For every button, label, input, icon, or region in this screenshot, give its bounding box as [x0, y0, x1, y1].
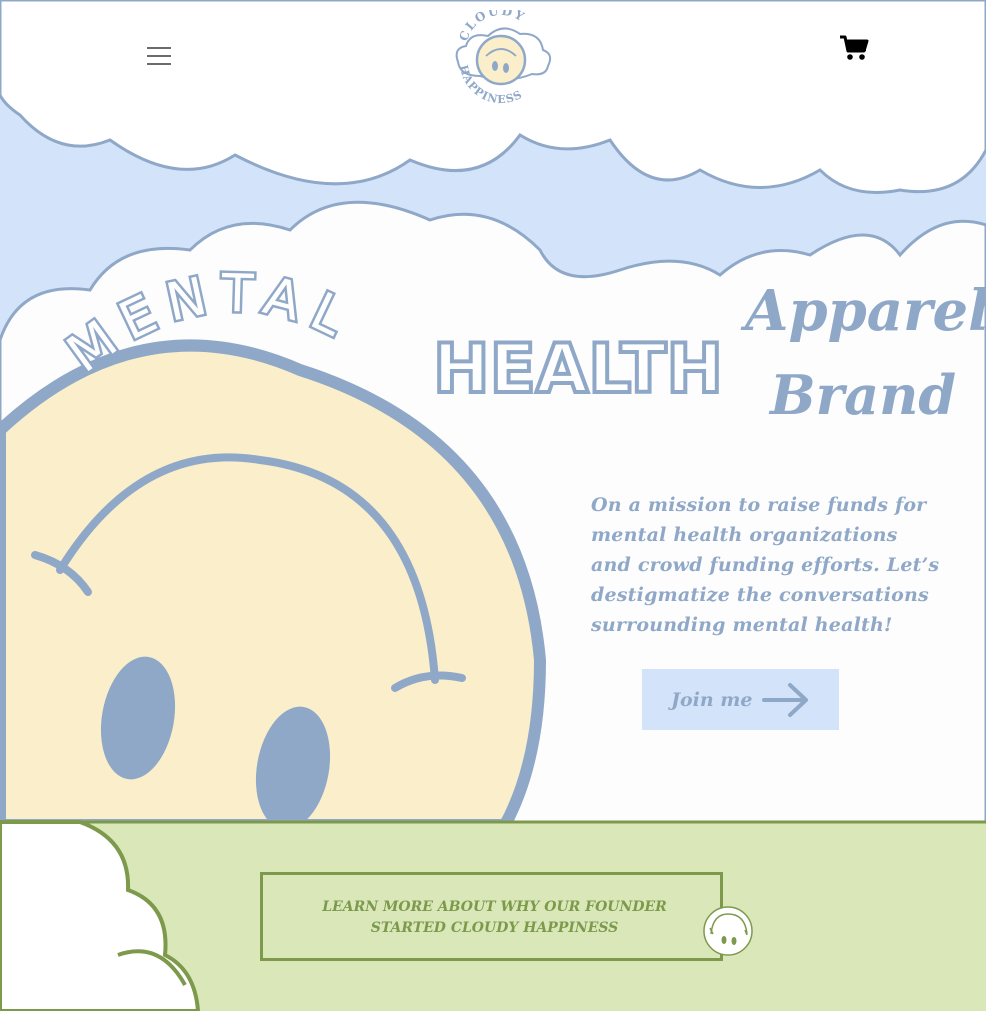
arrow-right-icon	[762, 683, 808, 717]
join-me-button[interactable]: Join me	[642, 669, 839, 730]
smiley-cloud-icon	[703, 906, 753, 956]
hamburger-menu-icon[interactable]	[147, 45, 171, 67]
site-header: CLOUDY HAPPINESS	[0, 0, 986, 110]
shopping-cart-icon[interactable]	[838, 33, 870, 63]
mission-statement: On a mission to raise funds for mental h…	[591, 494, 940, 636]
hero-word-brand: Brand	[768, 363, 956, 427]
hero-word-health: HEALTH	[433, 330, 723, 409]
learn-more-label: LEARN MORE ABOUT WHY OUR FOUNDER STARTED…	[322, 899, 667, 936]
brand-logo[interactable]: CLOUDY HAPPINESS	[448, 10, 554, 104]
join-me-label: Join me	[671, 688, 753, 711]
hero-word-apparel: Apparel	[740, 278, 986, 344]
learn-more-founder-link[interactable]: LEARN MORE ABOUT WHY OUR FOUNDER STARTED…	[260, 872, 723, 961]
